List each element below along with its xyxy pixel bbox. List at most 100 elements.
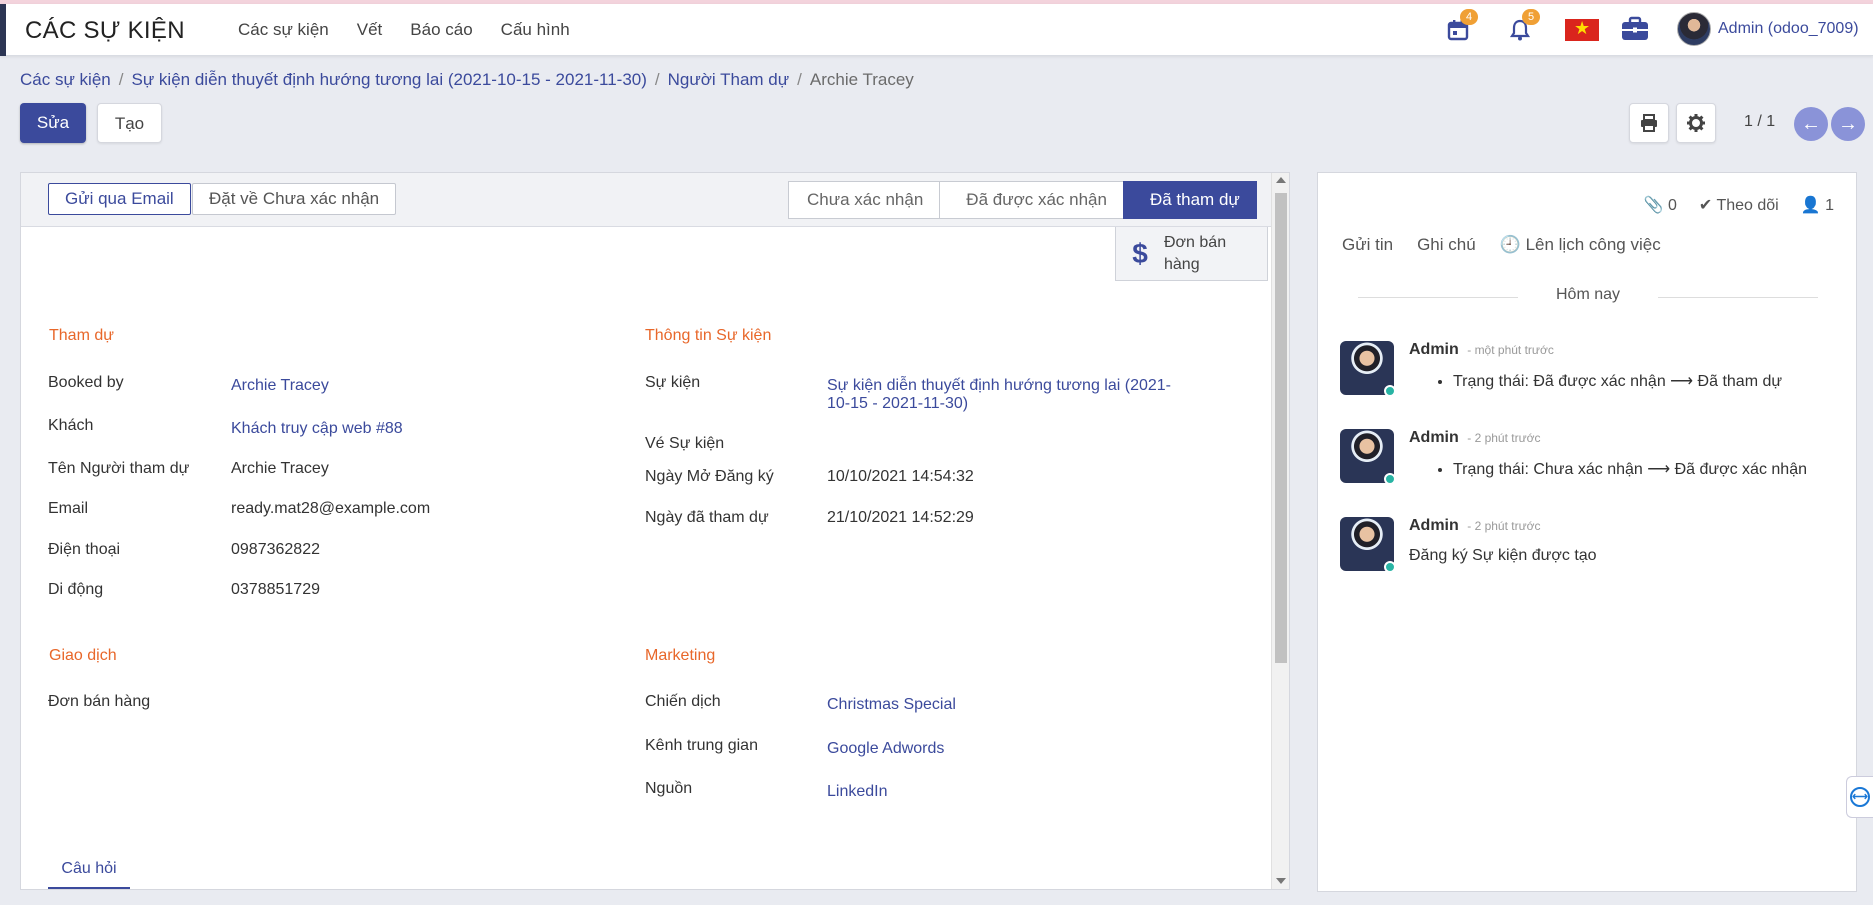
phone-label: Điện thoại bbox=[48, 541, 121, 558]
app-title[interactable]: CÁC SỰ KIỆN bbox=[25, 17, 185, 45]
breadcrumb-events[interactable]: Các sự kiện bbox=[20, 70, 111, 90]
tab-questions[interactable]: Câu hỏi bbox=[48, 853, 130, 889]
event-value[interactable]: Sự kiện diễn thuyết định hướng tương lai… bbox=[827, 377, 1171, 413]
guest-value[interactable]: Khách truy cập web #88 bbox=[231, 420, 403, 438]
event-label: Sự kiện bbox=[645, 374, 701, 391]
menu-item-reports[interactable]: Báo cáo bbox=[410, 20, 472, 40]
breadcrumb-attendees[interactable]: Người Tham dự bbox=[668, 70, 789, 90]
scroll-thumb[interactable] bbox=[1275, 193, 1287, 663]
tabs-divider bbox=[48, 889, 1268, 890]
booked-by-label: Booked by bbox=[48, 374, 124, 391]
mobile-label: Di động bbox=[48, 581, 104, 598]
message-author[interactable]: Admin bbox=[1409, 341, 1459, 358]
followers-count: 1 bbox=[1825, 197, 1834, 214]
section-transaction: Giao dịch bbox=[49, 647, 117, 664]
message-author[interactable]: Admin bbox=[1409, 429, 1459, 446]
stage-confirmed[interactable]: Đã được xác nhận bbox=[939, 181, 1124, 219]
send-email-button[interactable]: Gửi qua Email bbox=[48, 183, 191, 215]
message-item: Admin - một phút trước Trạng thái: Đã đư… bbox=[1340, 341, 1840, 411]
email-value[interactable]: ready.mat28@example.com bbox=[231, 500, 430, 518]
attended-date-value: 21/10/2021 14:52:29 bbox=[827, 509, 974, 526]
attended-date-label: Ngày đã tham dự bbox=[645, 509, 769, 526]
message-author-line: Admin - 2 phút trước bbox=[1409, 517, 1541, 535]
check-icon: ✔ bbox=[1698, 197, 1713, 214]
stage-unconfirmed[interactable]: Chưa xác nhận bbox=[788, 181, 941, 219]
message-time: - một phút trước bbox=[1467, 343, 1554, 357]
scroll-up-icon[interactable] bbox=[1276, 177, 1286, 183]
section-attendance: Tham dự bbox=[49, 327, 114, 344]
today-label: Hôm nay bbox=[1555, 286, 1621, 303]
log-note-button[interactable]: Ghi chú bbox=[1417, 235, 1476, 255]
followers-button[interactable]: 👤 1 bbox=[1801, 195, 1834, 215]
medium-value[interactable]: Google Adwords bbox=[827, 740, 944, 758]
user-menu[interactable]: Admin (odoo_7009) bbox=[1718, 20, 1859, 38]
follow-button[interactable]: ✔ Theo dõi bbox=[1699, 195, 1779, 215]
reset-unconfirmed-button[interactable]: Đặt về Chưa xác nhận bbox=[192, 183, 397, 215]
gear-icon bbox=[1687, 114, 1705, 132]
calendar-badge: 4 bbox=[1460, 9, 1478, 25]
calendar-activity[interactable]: 4 bbox=[1446, 9, 1478, 48]
dollar-icon: $ bbox=[1132, 237, 1148, 269]
smart-button-line2: hàng bbox=[1164, 255, 1200, 273]
menu-item-config[interactable]: Cấu hình bbox=[501, 20, 570, 40]
scroll-down-icon[interactable] bbox=[1276, 878, 1286, 884]
form-sheet: Gửi qua Email Đặt về Chưa xác nhận Chưa … bbox=[20, 172, 1290, 890]
edit-button[interactable]: Sửa bbox=[20, 103, 86, 143]
guest-label: Khách bbox=[48, 417, 94, 434]
user-icon: 👤 bbox=[1800, 197, 1821, 214]
print-button[interactable] bbox=[1629, 103, 1669, 143]
breadcrumb-separator: / bbox=[118, 70, 124, 89]
breadcrumb-event[interactable]: Sự kiện diễn thuyết định hướng tương lai… bbox=[131, 70, 646, 90]
pager-value[interactable]: 1 / 1 bbox=[1744, 113, 1775, 131]
teamviewer-icon: ⟷ bbox=[1850, 787, 1870, 807]
main-menu: Các sự kiện Vết Báo cáo Cấu hình bbox=[238, 20, 570, 40]
tracking-value: Trạng thái: Đã được xác nhận ⟶ Đã tham d… bbox=[1453, 371, 1782, 391]
campaign-value[interactable]: Christmas Special bbox=[827, 696, 956, 714]
teamviewer-widget[interactable]: ⟷ bbox=[1846, 776, 1873, 818]
booked-by-value[interactable]: Archie Tracey bbox=[231, 377, 329, 395]
form-scrollbar[interactable] bbox=[1271, 173, 1289, 889]
event-value-line1: Sự kiện diễn thuyết định hướng tương lai… bbox=[827, 377, 1171, 394]
breadcrumb-separator: / bbox=[654, 70, 660, 89]
sale-order-smart-button[interactable]: $ Đơn bán hàng bbox=[1115, 227, 1268, 281]
menu-item-events[interactable]: Các sự kiện bbox=[238, 20, 329, 40]
today-separator: Hôm nay bbox=[1358, 286, 1818, 308]
attachments-button[interactable]: 📎 0 bbox=[1644, 195, 1677, 215]
next-button[interactable]: → bbox=[1831, 107, 1865, 141]
breadcrumb-current: Archie Tracey bbox=[809, 70, 914, 89]
chatter-actions: Gửi tin Ghi chú 🕘 Lên lịch công việc bbox=[1342, 235, 1661, 255]
message-item: Admin - 2 phút trước Trạng thái: Chưa xá… bbox=[1340, 429, 1840, 499]
message-body: Trạng thái: Đã được xác nhận ⟶ Đã tham d… bbox=[1409, 371, 1782, 391]
tracking-value: Trạng thái: Chưa xác nhận ⟶ Đã được xác … bbox=[1453, 459, 1807, 479]
campaign-label: Chiến dịch bbox=[645, 693, 721, 710]
registration-open-label: Ngày Mở Đăng ký bbox=[645, 468, 774, 485]
stage-pipeline: Chưa xác nhận Đã được xác nhận Đã tham d… bbox=[788, 181, 1257, 219]
create-button[interactable]: Tạo bbox=[97, 103, 162, 143]
user-avatar[interactable] bbox=[1677, 12, 1711, 46]
message-body: Trạng thái: Chưa xác nhận ⟶ Đã được xác … bbox=[1409, 459, 1807, 479]
vietnam-flag-icon bbox=[1565, 18, 1599, 41]
language-flag[interactable] bbox=[1565, 18, 1599, 55]
notifications[interactable]: 5 bbox=[1508, 9, 1540, 48]
phone-value[interactable]: 0987362822 bbox=[231, 541, 320, 559]
message-author-line: Admin - một phút trước bbox=[1409, 341, 1554, 359]
menu-item-tracks[interactable]: Vết bbox=[357, 20, 383, 40]
source-value[interactable]: LinkedIn bbox=[827, 783, 888, 801]
attendee-name-label: Tên Người tham dự bbox=[48, 460, 190, 477]
event-value-line2: 10-15 - 2021-11-30) bbox=[827, 395, 969, 412]
print-icon bbox=[1641, 114, 1657, 132]
online-status-icon bbox=[1384, 385, 1396, 397]
schedule-activity-button[interactable]: 🕘 Lên lịch công việc bbox=[1500, 235, 1661, 255]
message-time: - 2 phút trước bbox=[1467, 431, 1541, 445]
previous-button[interactable]: ← bbox=[1794, 107, 1828, 141]
online-status-icon bbox=[1384, 561, 1396, 573]
send-message-button[interactable]: Gửi tin bbox=[1342, 235, 1393, 255]
message-author[interactable]: Admin bbox=[1409, 517, 1459, 534]
source-label: Nguồn bbox=[645, 780, 693, 797]
stage-attended[interactable]: Đã tham dự bbox=[1122, 181, 1257, 219]
mobile-value[interactable]: 0378851729 bbox=[231, 581, 320, 599]
action-button[interactable] bbox=[1676, 103, 1716, 143]
chatter-topbar: 📎 0 ✔ Theo dõi 👤 1 bbox=[1644, 195, 1834, 215]
schedule-activity-label: Lên lịch công việc bbox=[1525, 235, 1661, 254]
message-time: - 2 phút trước bbox=[1467, 519, 1541, 533]
